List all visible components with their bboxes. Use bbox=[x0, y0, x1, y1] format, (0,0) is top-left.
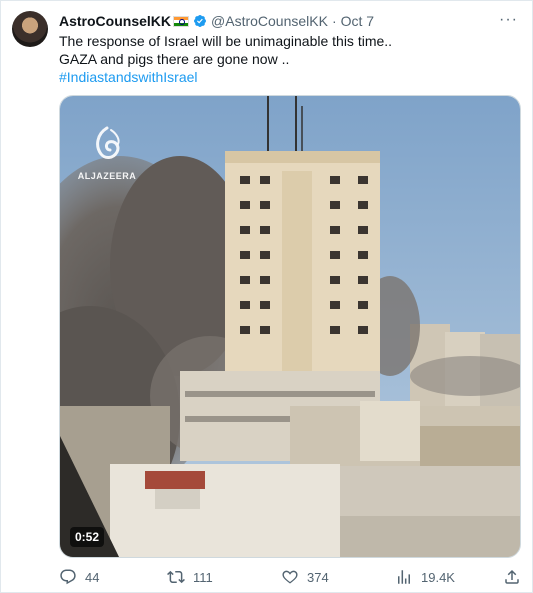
aljazeera-logo-icon bbox=[96, 126, 120, 159]
avatar[interactable] bbox=[12, 11, 48, 47]
repost-count: 111 bbox=[193, 569, 213, 585]
video-player[interactable]: ALJAZEERA 0:52 bbox=[59, 95, 521, 558]
watermark-text: ALJAZEERA bbox=[77, 171, 137, 181]
verified-badge-icon bbox=[194, 15, 206, 27]
tweet-card[interactable]: AstroCounselKK @AstroCounselKK · Oct 7 ·… bbox=[0, 0, 533, 593]
views-count: 19.4K bbox=[421, 569, 455, 585]
like-count: 374 bbox=[307, 569, 329, 585]
share-button[interactable] bbox=[503, 568, 521, 586]
share-icon bbox=[505, 569, 519, 584]
like-button[interactable]: 374 bbox=[281, 568, 329, 586]
hashtag-link[interactable]: #IndiastandswithIsrael bbox=[59, 68, 520, 86]
action-bar: 44 111 374 19.4K bbox=[59, 568, 520, 590]
video-duration: 0:52 bbox=[70, 527, 105, 547]
aljazeera-watermark: ALJAZEERA bbox=[77, 124, 137, 181]
reply-count: 44 bbox=[85, 569, 100, 585]
tweet-text-line-2: GAZA and pigs there are gone now .. bbox=[59, 51, 290, 67]
reply-button[interactable]: 44 bbox=[59, 568, 99, 586]
india-flag-icon bbox=[173, 15, 190, 27]
views-chart-icon bbox=[398, 570, 410, 584]
tweet-date[interactable]: Oct 7 bbox=[341, 13, 374, 29]
tweet-text: The response of Israel will be unimagina… bbox=[59, 32, 520, 86]
tweet-text-line-1: The response of Israel will be unimagina… bbox=[59, 33, 393, 49]
author-name[interactable]: AstroCounselKK bbox=[59, 13, 171, 29]
reply-icon bbox=[60, 569, 76, 585]
heart-icon bbox=[282, 570, 298, 584]
repost-icon bbox=[167, 570, 185, 584]
tweet-header: AstroCounselKK @AstroCounselKK · Oct 7 bbox=[59, 11, 520, 31]
repost-button[interactable]: 111 bbox=[167, 568, 213, 586]
more-options-icon[interactable]: ··· bbox=[499, 11, 518, 29]
separator-dot: · bbox=[331, 13, 337, 29]
views-button[interactable]: 19.4K bbox=[395, 568, 455, 586]
author-handle[interactable]: @AstroCounselKK bbox=[211, 13, 328, 29]
